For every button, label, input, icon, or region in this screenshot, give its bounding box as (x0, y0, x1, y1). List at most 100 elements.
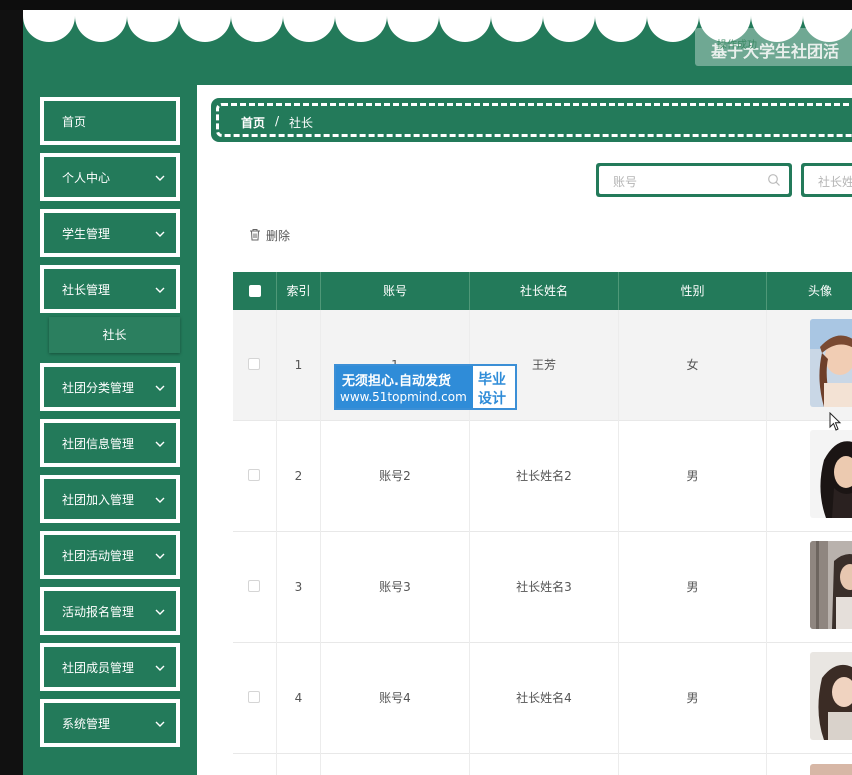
index-cell: 4 (277, 643, 321, 754)
watermark-slogan: 无须担心.自动发货 (342, 374, 451, 389)
breadcrumb: 首页 / 社长 (211, 98, 852, 142)
breadcrumb-frame: 首页 / 社长 (216, 103, 852, 137)
column-header-gender: 性别 (619, 272, 767, 310)
avatar (810, 541, 852, 629)
account-cell: 账号2 (321, 421, 470, 532)
sidebar-item-label: 社长管理 (62, 283, 111, 297)
name-cell: 社长姓名3 (470, 532, 619, 643)
watermark-tag-line2: 设计 (478, 391, 506, 407)
gender-cell (619, 754, 767, 775)
table-header: 索引 账号 社长姓名 性别 头像 (233, 272, 852, 310)
screen: 基于大学生社团活 操作成功 首页 个人中心 学生管理 社长管理 社长 社团分类管… (0, 0, 852, 775)
index-cell: 1 (277, 310, 321, 421)
chevron-down-icon (155, 385, 165, 391)
sidebar-item-club-members[interactable]: 社团成员管理 (40, 643, 180, 691)
success-toast-text: 操作成功 (717, 40, 757, 51)
row-checkbox[interactable] (248, 580, 260, 592)
sidebar-item-home[interactable]: 首页 (40, 97, 180, 145)
gender-cell: 男 (619, 643, 767, 754)
avatar (810, 430, 852, 518)
table-row[interactable]: 4 账号4 社长姓名4 男 (233, 643, 852, 754)
chevron-down-icon (155, 721, 165, 727)
trash-icon (250, 229, 260, 241)
gender-cell: 男 (619, 421, 767, 532)
sidebar-item-label: 活动报名管理 (62, 605, 135, 619)
account-cell (321, 754, 470, 775)
table-row[interactable]: 1 1 王芳 女 (233, 310, 852, 421)
delete-button-label: 删除 (266, 229, 291, 243)
name-search-box: 社长姓名 (801, 163, 852, 197)
row-checkbox[interactable] (248, 358, 260, 370)
row-checkbox[interactable] (248, 691, 260, 703)
sidebar-item-label: 社团分类管理 (62, 381, 135, 395)
sidebar-item-label: 社团信息管理 (62, 437, 135, 451)
sidebar-item-student-management[interactable]: 学生管理 (40, 209, 180, 257)
header: 基于大学生社团活 操作成功 (23, 10, 852, 85)
sidebar-subitem-president[interactable]: 社长 (49, 317, 180, 353)
avatar (810, 764, 852, 775)
column-header-index: 索引 (277, 272, 321, 310)
row-checkbox[interactable] (248, 469, 260, 481)
sidebar-item-club-activity[interactable]: 社团活动管理 (40, 531, 180, 579)
avatar (810, 652, 852, 740)
gender-cell: 男 (619, 532, 767, 643)
row-select-cell (233, 754, 277, 775)
account-cell: 账号3 (321, 532, 470, 643)
sidebar-item-club-category[interactable]: 社团分类管理 (40, 363, 180, 411)
table-row[interactable] (233, 754, 852, 775)
chevron-down-icon (155, 287, 165, 293)
sidebar-item-label: 系统管理 (62, 717, 111, 731)
sidebar-item-label: 社团加入管理 (62, 493, 135, 507)
sidebar-item-president-management[interactable]: 社长管理 (40, 265, 180, 313)
table-row[interactable]: 3 账号3 社长姓名3 男 (233, 532, 852, 643)
table-row[interactable]: 2 账号2 社长姓名2 男 (233, 421, 852, 532)
row-select-cell (233, 310, 277, 421)
sidebar: 首页 个人中心 学生管理 社长管理 社长 社团分类管理 社团信息管理 社团加入管… (23, 85, 197, 775)
sidebar-item-system[interactable]: 系统管理 (40, 699, 180, 747)
breadcrumb-home-link[interactable]: 首页 (241, 114, 265, 131)
name-cell: 社长姓名2 (470, 421, 619, 532)
chevron-down-icon (155, 609, 165, 615)
account-search-box: 账号 (596, 163, 792, 197)
gender-cell: 女 (619, 310, 767, 421)
row-select-cell (233, 532, 277, 643)
index-cell: 3 (277, 532, 321, 643)
watermark-tag-line1: 毕业 (478, 372, 506, 388)
sidebar-item-label: 首页 (62, 115, 87, 129)
watermark-banner: 无须担心.自动发货 www.51topmind.com 毕业 设计 (334, 364, 517, 410)
account-search-placeholder: 账号 (613, 175, 638, 189)
chevron-down-icon (155, 441, 165, 447)
watermark-url: www.51topmind.com (340, 390, 467, 404)
column-header-name: 社长姓名 (470, 272, 619, 310)
chevron-down-icon (155, 553, 165, 559)
mouse-cursor-icon (829, 412, 842, 431)
sidebar-item-label: 社团活动管理 (62, 549, 135, 563)
sidebar-item-activity-signup[interactable]: 活动报名管理 (40, 587, 180, 635)
account-search-input[interactable]: 账号 (599, 166, 789, 194)
window-top-bar (0, 0, 852, 10)
column-header-avatar: 头像 (807, 284, 832, 298)
chevron-down-icon (155, 175, 165, 181)
chevron-down-icon (155, 231, 165, 237)
sidebar-item-club-info[interactable]: 社团信息管理 (40, 419, 180, 467)
row-select-cell (233, 421, 277, 532)
watermark-left-panel: 无须担心.自动发货 www.51topmind.com (336, 366, 473, 408)
admin-app: 基于大学生社团活 操作成功 首页 个人中心 学生管理 社长管理 社长 社团分类管… (23, 10, 852, 775)
column-header-account: 账号 (321, 272, 470, 310)
sidebar-item-label: 学生管理 (62, 227, 111, 241)
chevron-down-icon (155, 665, 165, 671)
row-select-cell (233, 643, 277, 754)
sidebar-item-label: 个人中心 (62, 171, 111, 185)
avatar (810, 319, 852, 407)
sidebar-item-personal-center[interactable]: 个人中心 (40, 153, 180, 201)
sidebar-item-club-join[interactable]: 社团加入管理 (40, 475, 180, 523)
select-all-cell (233, 272, 277, 310)
name-search-input[interactable]: 社长姓名 (804, 166, 852, 194)
search-icon (768, 174, 780, 186)
select-all-checkbox[interactable] (249, 285, 261, 297)
chevron-down-icon (155, 497, 165, 503)
account-cell: 账号4 (321, 643, 470, 754)
name-cell: 社长姓名4 (470, 643, 619, 754)
name-cell (470, 754, 619, 775)
breadcrumb-separator: / (275, 114, 280, 128)
